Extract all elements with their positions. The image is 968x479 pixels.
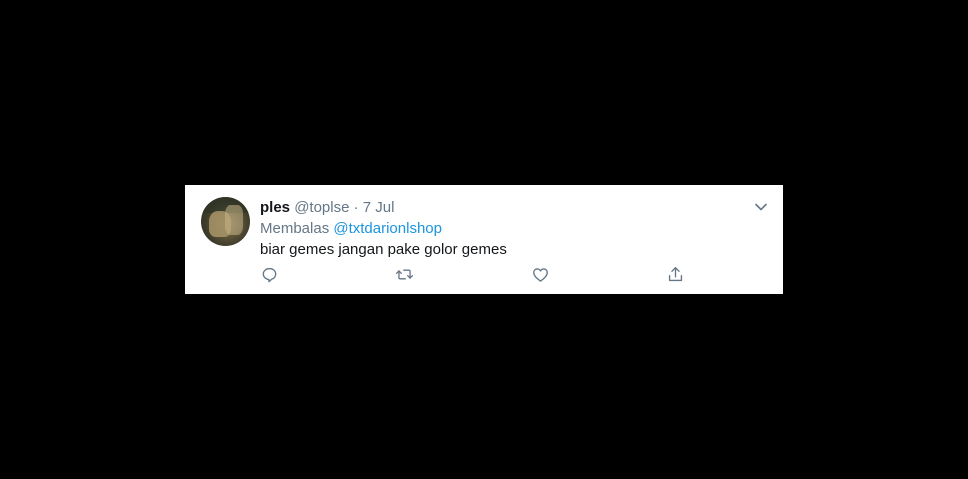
display-name[interactable]: ples: [260, 199, 290, 216]
reply-context: Membalas @txtdarionlshop: [260, 219, 442, 238]
separator: ·: [349, 199, 363, 216]
retweet-button[interactable]: [393, 266, 415, 288]
share-icon: [666, 265, 685, 289]
reply-icon: [260, 265, 279, 289]
tweet-header: ples @toplse · 7 Jul: [260, 198, 394, 217]
retweet-icon: [395, 265, 414, 289]
reply-prefix: Membalas: [260, 220, 334, 237]
handle[interactable]: @toplse: [294, 199, 349, 216]
avatar[interactable]: [201, 197, 250, 246]
like-button[interactable]: [529, 266, 551, 288]
tweet-date[interactable]: 7 Jul: [363, 199, 395, 216]
tweet-text: biar gemes jangan pake golor gemes: [260, 241, 507, 258]
reply-button[interactable]: [258, 266, 280, 288]
like-icon: [531, 265, 550, 289]
tweet-card[interactable]: ples @toplse · 7 Jul Membalas @txtdarion…: [185, 185, 783, 294]
share-button[interactable]: [664, 266, 686, 288]
chevron-down-icon[interactable]: [753, 199, 769, 215]
reply-mention-link[interactable]: @txtdarionlshop: [333, 220, 442, 237]
